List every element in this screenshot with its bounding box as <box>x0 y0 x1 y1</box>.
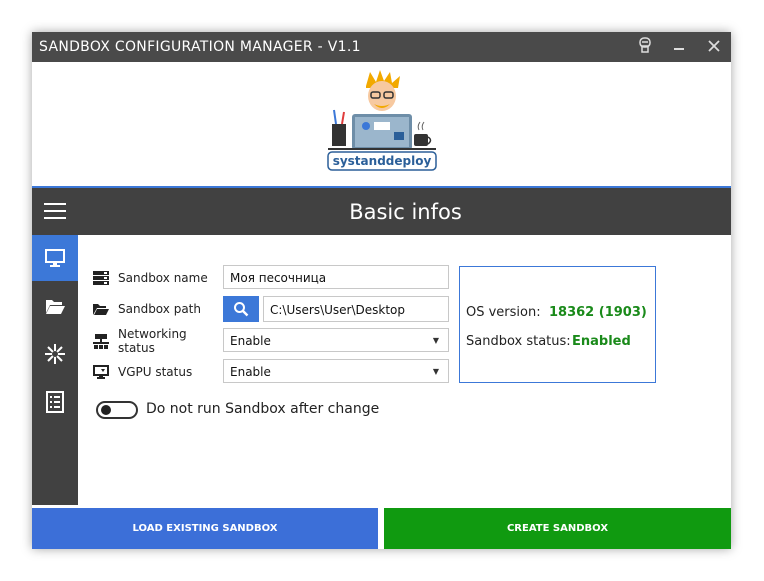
create-sandbox-button[interactable]: CREATE SANDBOX <box>384 508 731 549</box>
list-icon <box>46 391 64 413</box>
sandbox-status-value: Enabled <box>572 334 631 349</box>
sidebar <box>32 235 78 505</box>
folder-open-icon <box>46 300 65 314</box>
sidebar-item-basic-infos[interactable] <box>32 235 78 281</box>
status-panel: OS version: 18362 (1903) Sandbox status:… <box>459 266 656 383</box>
networking-select[interactable]: Enable ▼ <box>223 328 449 352</box>
close-icon[interactable] <box>704 37 724 57</box>
app-window: SANDBOX CONFIGURATION MANAGER - V1.1 sys… <box>32 32 731 549</box>
main-content: Sandbox name Моя песочница Sandbox path … <box>78 235 731 505</box>
section-title: Basic infos <box>349 200 462 224</box>
window-title: SANDBOX CONFIGURATION MANAGER - V1.1 <box>39 39 361 55</box>
sandbox-name-input[interactable]: Моя песочница <box>223 265 449 289</box>
load-existing-sandbox-button[interactable]: LOAD EXISTING SANDBOX <box>32 508 378 549</box>
toggle-knob <box>101 405 111 415</box>
vgpu-select[interactable]: Enable ▼ <box>223 359 449 383</box>
section-bar: Basic infos <box>32 188 731 235</box>
do-not-run-toggle[interactable] <box>96 401 138 419</box>
vgpu-value: Enable <box>230 365 271 379</box>
search-icon <box>234 302 249 317</box>
networking-value: Enable <box>230 334 271 348</box>
sandbox-path-input[interactable]: C:\Users\User\Desktop <box>263 296 449 322</box>
display-icon <box>92 364 110 380</box>
logo: systanddeploy <box>322 68 442 176</box>
sandbox-path-row: Sandbox path <box>92 296 223 322</box>
sandbox-status-label: Sandbox status: <box>466 334 571 349</box>
folder-icon <box>92 301 110 317</box>
user-icon[interactable] <box>635 37 655 57</box>
sandbox-path-label: Sandbox path <box>118 302 201 316</box>
vgpu-label: VGPU status <box>118 365 193 379</box>
os-version-value: 18362 (1903) <box>549 305 647 320</box>
vgpu-row: VGPU status <box>92 359 223 385</box>
monitor-icon <box>45 249 65 267</box>
do-not-run-toggle-label: Do not run Sandbox after change <box>146 401 380 417</box>
sidebar-item-folders[interactable] <box>32 283 78 329</box>
sidebar-item-list[interactable] <box>32 379 78 425</box>
logo-text: systanddeploy <box>332 154 432 168</box>
header-banner: systanddeploy <box>32 62 731 188</box>
networking-label: Networking status <box>118 327 187 355</box>
sandbox-name-label: Sandbox name <box>118 271 208 285</box>
sandbox-name-row: Sandbox name <box>92 265 223 291</box>
sidebar-item-startup[interactable] <box>32 331 78 377</box>
chevron-down-icon: ▼ <box>432 336 439 345</box>
network-icon <box>92 333 110 349</box>
networking-row: Networking status <box>92 327 223 355</box>
title-bar: SANDBOX CONFIGURATION MANAGER - V1.1 <box>32 32 731 62</box>
star-burst-icon <box>45 344 65 364</box>
minimize-icon[interactable] <box>669 37 689 57</box>
chevron-down-icon: ▼ <box>432 367 439 376</box>
server-icon <box>92 270 110 286</box>
browse-button[interactable] <box>223 296 259 322</box>
os-version-label: OS version: <box>466 305 541 320</box>
